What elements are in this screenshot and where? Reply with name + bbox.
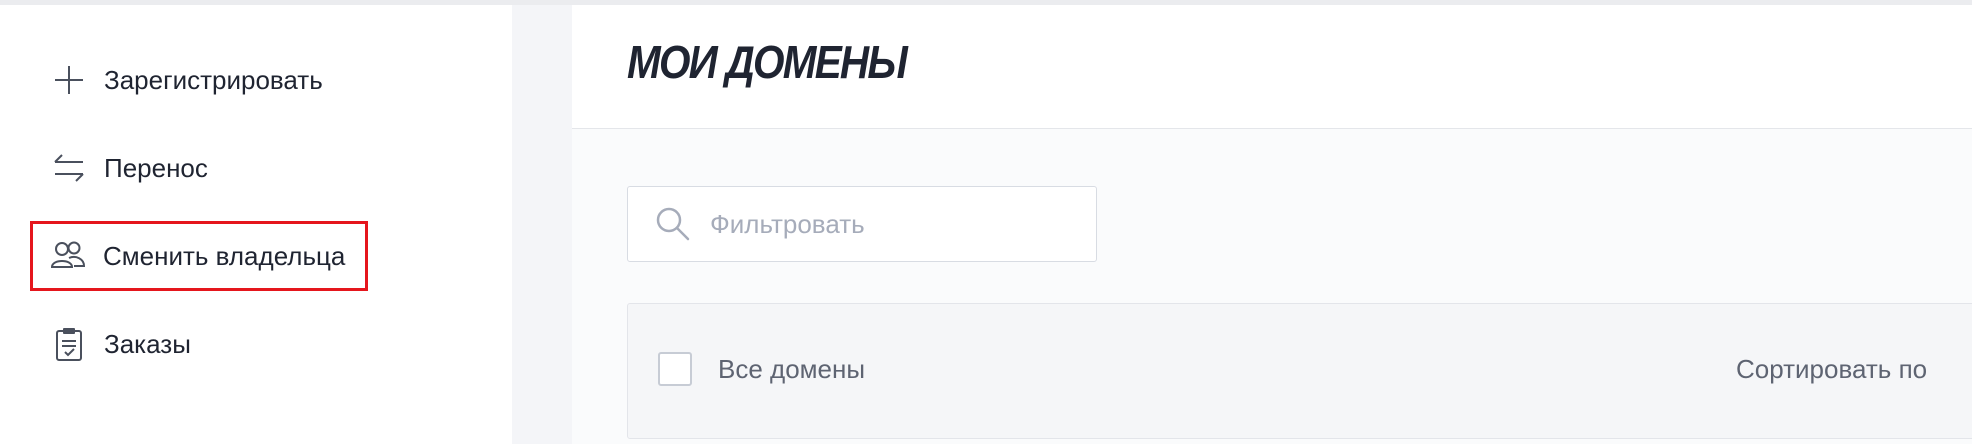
sidebar-item-label: Сменить владельца [103, 240, 346, 271]
layout-gap [512, 5, 572, 444]
page-header: МОИ ДОМЕНЫ [572, 5, 1972, 129]
sidebar: Зарегистрировать Перенос Сменить владель… [0, 5, 512, 444]
transfer-arrows-icon [51, 150, 87, 186]
sidebar-item-change-owner[interactable]: Сменить владельца [30, 221, 369, 291]
page-title: МОИ ДОМЕНЫ [627, 36, 908, 88]
sidebar-item-orders[interactable]: Заказы [31, 312, 211, 376]
plus-icon [51, 62, 87, 98]
search-icon [654, 205, 692, 243]
filter-input[interactable] [708, 207, 1072, 241]
sidebar-item-label: Заказы [104, 328, 191, 359]
clipboard-icon [51, 326, 87, 362]
main-panel: МОИ ДОМЕНЫ Все домены Сортировать по [572, 5, 1972, 444]
sidebar-item-label: Зарегистрировать [104, 64, 323, 95]
select-all-label: Все домены [718, 354, 866, 384]
select-all-checkbox[interactable] [658, 352, 692, 386]
sort-by-dropdown[interactable]: Сортировать по [1736, 354, 1927, 385]
filter-field[interactable] [627, 186, 1097, 262]
users-icon [50, 238, 86, 274]
sidebar-item-transfer[interactable]: Перенос [31, 136, 228, 200]
sidebar-item-register[interactable]: Зарегистрировать [31, 48, 343, 112]
sidebar-item-label: Перенос [104, 152, 208, 183]
domain-list-header: Все домены Сортировать по [627, 303, 1972, 439]
content-area: Все домены Сортировать по [572, 129, 1972, 444]
